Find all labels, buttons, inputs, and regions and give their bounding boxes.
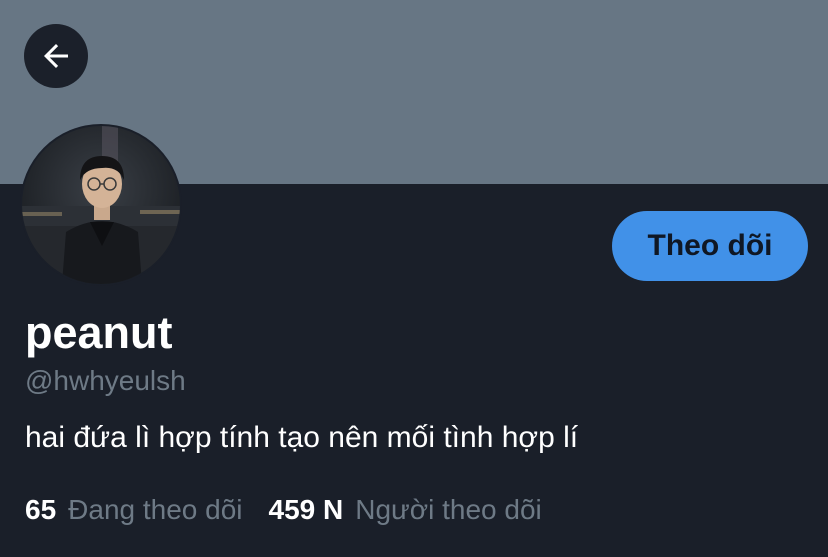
profile-bio: hai đứa lì hợp tính tạo nên mối tình hợp… — [25, 421, 579, 454]
followers-stat[interactable]: 459 N Người theo dõi — [269, 494, 542, 526]
avatar-image — [22, 126, 180, 284]
display-name: peanut — [25, 307, 173, 358]
back-button[interactable] — [24, 24, 88, 88]
following-stat[interactable]: 65 Đang theo dõi — [25, 494, 243, 526]
follow-button[interactable]: Theo dõi — [612, 211, 808, 281]
following-count: 65 — [25, 494, 57, 525]
user-handle: @hwhyeulsh — [25, 365, 186, 396]
followers-count: 459 N — [268, 494, 344, 525]
profile-stats: 65 Đang theo dõi 459 N Người theo dõi — [25, 491, 542, 529]
following-label: Đang theo dõi — [68, 494, 243, 525]
avatar[interactable] — [20, 124, 182, 286]
followers-label: Người theo dõi — [355, 494, 542, 525]
arrow-left-icon — [44, 44, 68, 68]
